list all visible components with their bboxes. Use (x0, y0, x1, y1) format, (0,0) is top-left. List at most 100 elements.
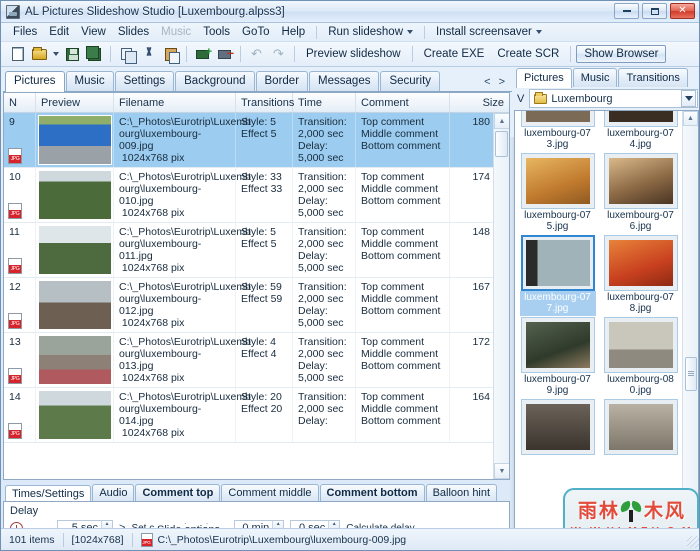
menu-item-run-slideshow[interactable]: Run slideshow (322, 24, 419, 40)
preview-slideshow-button[interactable]: Preview slideshow (300, 46, 407, 62)
tab-audio[interactable]: Audio (92, 484, 135, 501)
thumbnail-item[interactable]: luxembourg-08 0.jpg (601, 317, 680, 398)
redo-button[interactable]: ↷ (268, 44, 289, 64)
thumbnail-item[interactable]: luxembourg-07 6.jpg (601, 153, 680, 234)
tab-comment-top[interactable]: Comment top (135, 484, 221, 501)
scroll-up-arrow[interactable]: ▲ (494, 113, 509, 129)
table-row[interactable]: 14 JPG C:\_Photos\Eurotrip\Luxemb ourg\luxe… (4, 388, 509, 443)
thumbnail-item[interactable]: luxembourg-07 7.jpg (518, 235, 597, 316)
thumbnail-item[interactable] (601, 399, 680, 455)
menu-item-install-screensaver-label: Install screensaver (436, 26, 532, 38)
scrollbar-thumb[interactable] (685, 357, 697, 391)
menu-item-help[interactable]: Help (276, 24, 312, 40)
table-row[interactable]: 10 JPG C:\_Photos\Eurotrip\Luxemb ourg\luxe… (4, 168, 509, 223)
thumbnail-image-frame (520, 111, 595, 127)
maximize-button[interactable] (642, 3, 667, 19)
scroll-down-arrow[interactable]: ▼ (494, 463, 509, 479)
menu-item-view[interactable]: View (75, 24, 112, 40)
column-header-time[interactable]: Time (293, 93, 356, 112)
close-button[interactable]: ✕ (670, 3, 695, 19)
tab-balloon-hint[interactable]: Balloon hint (425, 484, 498, 501)
save-all-button[interactable] (84, 44, 105, 64)
browser-tab-pictures[interactable]: Pictures (516, 68, 572, 88)
menu-item-edit[interactable]: Edit (43, 24, 75, 40)
undo-icon: ↶ (251, 46, 262, 61)
row-thumbnail[interactable] (36, 223, 114, 277)
tab-scroll-prev[interactable]: < (484, 76, 490, 88)
table-row[interactable]: 9 JPG C:\_Photos\Eurotrip\Luxemb ourg\luxem… (4, 113, 509, 168)
thumbnail-image (38, 280, 112, 330)
create-scr-button[interactable]: Create SCR (491, 46, 565, 62)
thumbnail-item[interactable]: luxembourg-07 5.jpg (518, 153, 597, 234)
add-slide-button[interactable]: + (192, 44, 213, 64)
thumbnail-image (38, 170, 112, 220)
menu-item-files[interactable]: Files (7, 24, 43, 40)
toolbar-divider (186, 46, 187, 62)
row-thumbnail[interactable] (36, 388, 114, 442)
tab-pictures[interactable]: Pictures (5, 71, 65, 92)
save-button[interactable] (62, 44, 83, 64)
thumbnail-item[interactable]: luxembourg-07 4.jpg (601, 111, 680, 152)
maximize-icon (650, 7, 659, 15)
chevron-down-icon (53, 52, 59, 56)
open-file-button[interactable] (29, 44, 50, 64)
tab-times-settings[interactable]: Times/Settings (5, 485, 92, 502)
thumbnail-item[interactable]: luxembourg-07 9.jpg (518, 317, 597, 398)
tab-scroll-next[interactable]: > (499, 76, 505, 88)
column-header-n[interactable]: N (4, 93, 36, 112)
paste-button[interactable] (160, 44, 181, 64)
thumbnail-item[interactable] (518, 399, 597, 455)
browser-tab-transitions[interactable]: Transitions (618, 68, 688, 87)
table-vertical-scrollbar[interactable]: ▲ ▼ (493, 113, 509, 479)
open-file-dropdown[interactable] (51, 44, 61, 64)
menu-item-install-screensaver[interactable]: Install screensaver (430, 24, 548, 40)
resize-grip[interactable] (687, 536, 699, 548)
browser-vertical-scrollbar[interactable]: ▲ ▼ (682, 111, 698, 548)
row-thumbnail[interactable] (36, 333, 114, 387)
scrollbar-thumb[interactable] (495, 131, 508, 157)
table-row[interactable]: 12 JPG C:\_Photos\Eurotrip\Luxemb ourg\luxe… (4, 278, 509, 333)
tab-music[interactable]: Music (65, 71, 114, 91)
column-header-comment[interactable]: Comment (356, 93, 450, 112)
new-document-button[interactable] (7, 44, 28, 64)
row-thumbnail[interactable] (36, 278, 114, 332)
create-exe-button[interactable]: Create EXE (418, 46, 491, 62)
browser-tab-music[interactable]: Music (572, 68, 618, 87)
folder-dropdown-button[interactable] (681, 90, 696, 107)
thumbnail-item[interactable]: luxembourg-07 3.jpg (518, 111, 597, 152)
undo-button[interactable]: ↶ (246, 44, 267, 64)
status-file-path: C:\_Photos\Eurotrip\Luxembourg\luxembour… (157, 533, 407, 546)
scroll-up-arrow[interactable]: ▲ (683, 111, 698, 126)
tab-comment-bottom[interactable]: Comment bottom (319, 484, 425, 501)
thumbnail-image-frame (603, 235, 678, 291)
column-header-preview[interactable]: Preview (36, 93, 114, 112)
row-thumbnail[interactable] (36, 168, 114, 222)
table-row[interactable]: 13 JPG C:\_Photos\Eurotrip\Luxemb ourg\luxe… (4, 333, 509, 388)
table-row[interactable]: 11 JPG C:\_Photos\Eurotrip\Luxemb ourg\luxe… (4, 223, 509, 278)
show-browser-button[interactable]: Show Browser (576, 45, 667, 63)
copy-button[interactable] (116, 44, 137, 64)
table-body: 9 JPG C:\_Photos\Eurotrip\Luxemb ourg\luxem… (4, 113, 509, 479)
menu-item-slides[interactable]: Slides (112, 24, 155, 40)
minimize-button[interactable] (614, 3, 639, 19)
tab-border[interactable]: Border (255, 71, 309, 91)
menu-item-tools[interactable]: Tools (197, 24, 236, 40)
remove-slide-button[interactable]: – (214, 44, 235, 64)
tab-background[interactable]: Background (175, 71, 255, 91)
app-icon (6, 4, 20, 19)
column-header-transitions[interactable]: Transitions (236, 93, 294, 112)
thumbnail-item[interactable]: luxembourg-07 8.jpg (601, 235, 680, 316)
thumbnail-caption: luxembourg-07 9.jpg (524, 374, 591, 396)
menu-item-goto[interactable]: GoTo (236, 24, 276, 40)
tab-security[interactable]: Security (380, 71, 441, 91)
tab-comment-middle[interactable]: Comment middle (221, 484, 319, 501)
column-header-size[interactable]: Size (450, 93, 509, 112)
column-header-filename[interactable]: Filename (114, 93, 236, 112)
folder-path-combobox[interactable]: Luxembourg (529, 89, 698, 108)
tab-settings[interactable]: Settings (114, 71, 175, 91)
row-thumbnail[interactable] (36, 113, 114, 167)
thumbnail-image (608, 322, 673, 368)
cut-button[interactable] (138, 44, 159, 64)
tab-messages[interactable]: Messages (309, 71, 380, 91)
row-transitions: Style: 5 Effect 5 (236, 113, 293, 167)
